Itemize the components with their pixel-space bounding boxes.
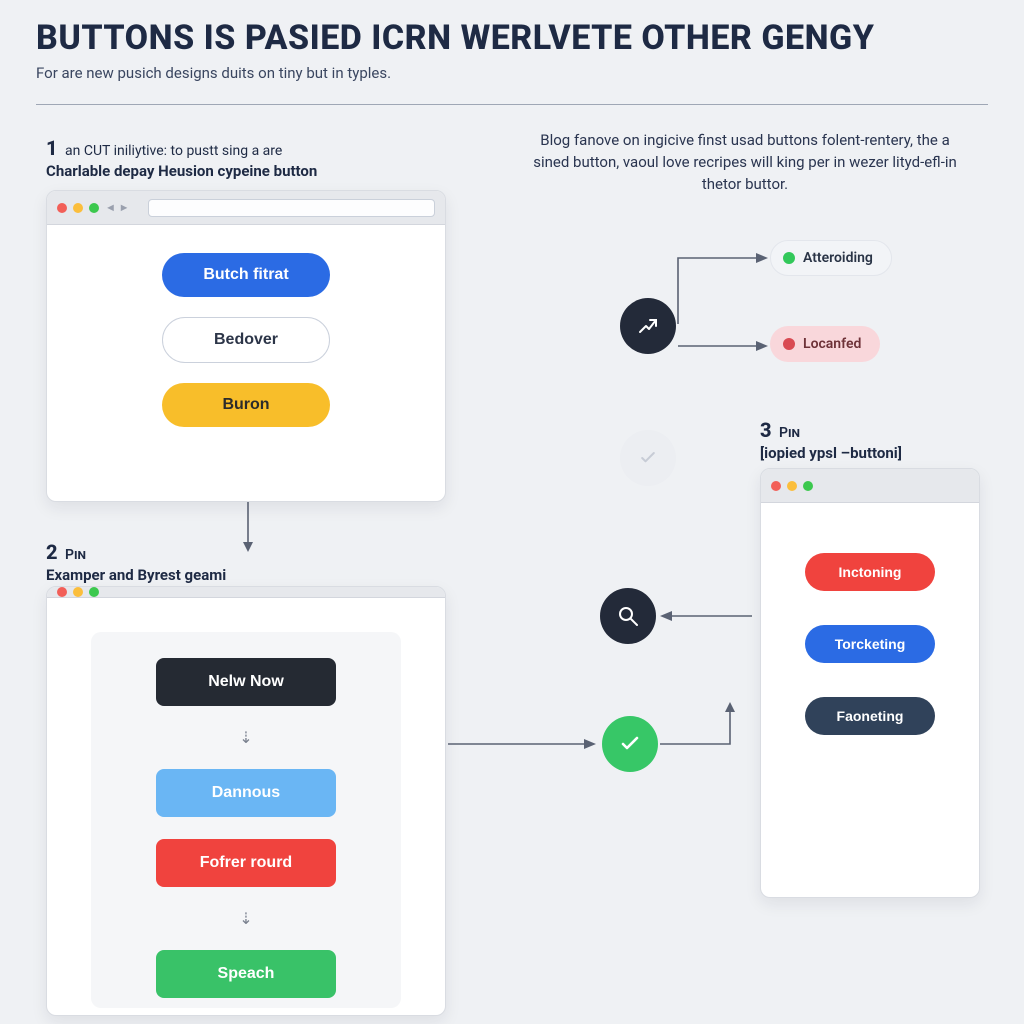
traffic-light-min-icon (73, 203, 83, 213)
window-body: Butch fitrat Bedover Buron (47, 225, 445, 501)
section-2-pin: Pin (65, 547, 86, 563)
red-button[interactable]: Fofrer rourd (156, 839, 336, 887)
disabled-node-icon (620, 430, 676, 486)
section-2-label: 2 Pin Examper and Byrest geami (46, 540, 226, 584)
blue-pill-button[interactable]: Torcketing (805, 625, 935, 663)
url-bar[interactable] (148, 199, 435, 217)
arrow-connector (658, 608, 754, 624)
check-icon (618, 732, 642, 756)
example-window-1: ◄ ► Butch fitrat Bedover Buron (46, 190, 446, 502)
status-dot-icon (783, 338, 795, 350)
down-arrow-icon: ⇣ (239, 909, 252, 928)
red-pill-button[interactable]: Inctoning (805, 553, 935, 591)
page-title: BUTTONS IS PASIED ICRN WERLVETE OTHER GE… (36, 18, 988, 58)
window-body: Nelw Now ⇣ Dannous Fofrer rourd ⇣ Speach (47, 598, 445, 1016)
sky-button[interactable]: Dannous (156, 769, 336, 817)
traffic-light-max-icon (803, 481, 813, 491)
status-dot-icon (783, 252, 795, 264)
dark-button[interactable]: Nelw Now (156, 658, 336, 706)
section-3-number: 3 (760, 418, 772, 442)
traffic-light-close-icon (57, 587, 67, 597)
arrow-connector (678, 338, 770, 354)
traffic-light-close-icon (771, 481, 781, 491)
search-icon (616, 604, 640, 628)
section-1-label: 1 an CUT iniliytive: to pustt sing a are… (46, 136, 426, 180)
check-faint-icon (638, 448, 658, 468)
arrow-connector (448, 736, 598, 752)
inner-card: Nelw Now ⇣ Dannous Fofrer rourd ⇣ Speach (91, 632, 401, 1008)
green-button[interactable]: Speach (156, 950, 336, 998)
secondary-button[interactable]: Bedover (162, 317, 330, 363)
traffic-light-max-icon (89, 587, 99, 597)
arrow-connector (660, 700, 760, 760)
primary-button[interactable]: Butch fitrat (162, 253, 330, 297)
window-chrome: ◄ ► (47, 191, 445, 225)
section-2-number: 2 (46, 540, 58, 564)
success-node-icon (602, 716, 658, 772)
arrow-connector (678, 250, 770, 328)
window-body: Inctoning Torcketing Faoneting (761, 503, 979, 897)
intro-paragraph: Blog fanove on ingicive finst usad butto… (530, 130, 960, 195)
chip-label: Atteroiding (803, 250, 873, 266)
section-3-pin: Pin (779, 425, 800, 441)
example-window-3: Inctoning Torcketing Faoneting (760, 468, 980, 898)
status-chip-positive: Atteroiding (770, 240, 892, 276)
page-header: BUTTONS IS PASIED ICRN WERLVETE OTHER GE… (0, 0, 1024, 90)
arrow-connector (238, 502, 258, 554)
search-node-icon (600, 588, 656, 644)
section-1-rest: to pustt sing a are (171, 143, 283, 159)
section-1-number: 1 (46, 136, 58, 160)
traffic-light-close-icon (57, 203, 67, 213)
down-arrow-icon: ⇣ (239, 728, 252, 747)
traffic-light-max-icon (89, 203, 99, 213)
navy-pill-button[interactable]: Faoneting (805, 697, 935, 735)
window-chrome (761, 469, 979, 503)
action-node-icon (620, 298, 676, 354)
traffic-light-min-icon (73, 587, 83, 597)
section-1-word: an CUT iniliytive: (65, 143, 167, 159)
gesture-icon (636, 314, 660, 338)
chip-label: Locanfed (803, 336, 861, 352)
tertiary-button[interactable]: Buron (162, 383, 330, 427)
example-window-2: Nelw Now ⇣ Dannous Fofrer rourd ⇣ Speach (46, 586, 446, 1016)
divider (36, 104, 988, 105)
section-2-caption: Examper and Byrest geami (46, 566, 226, 584)
section-3-caption: [iopied ypsl –buttoni] (760, 444, 902, 462)
section-1-caption: Charlable depay Heusion cypeine button (46, 162, 426, 180)
nav-arrows-icon: ◄ ► (105, 201, 130, 214)
page-subtitle: For are new pusich designs duits on tiny… (36, 64, 988, 82)
window-chrome (47, 587, 445, 598)
traffic-light-min-icon (787, 481, 797, 491)
section-3-label: 3 Pin [iopied ypsl –buttoni] (760, 418, 902, 462)
status-chip-negative: Locanfed (770, 326, 880, 362)
